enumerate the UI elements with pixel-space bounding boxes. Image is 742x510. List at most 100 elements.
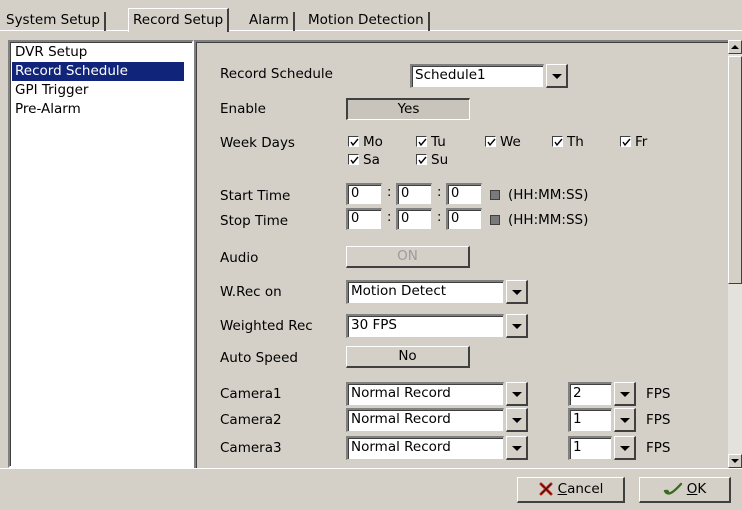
weekday-th-checkbox[interactable]: Th [552,134,584,150]
camera1-mode-value: Normal Record [346,382,504,406]
wrec-on-dropdown[interactable]: Motion Detect [346,280,532,304]
tab-alarm[interactable]: Alarm [245,12,295,31]
camera2-fps-value: 1 [568,408,612,432]
tab-system-setup[interactable]: System Setup [2,12,106,31]
camera1-mode-dropdown[interactable]: Normal Record [346,382,532,406]
chevron-down-icon[interactable] [506,382,528,406]
auto-speed-label: Auto Speed [220,350,298,366]
time-picker-icon[interactable] [490,190,500,200]
weekday-we-label: We [500,134,521,150]
stop-time-minutes-input[interactable]: 0 [396,208,432,230]
checkbox-checked-icon [620,136,631,147]
tab-motion-detection[interactable]: Motion Detection [304,12,430,31]
weekday-fr-checkbox[interactable]: Fr [620,134,647,150]
camera2-fps-dropdown[interactable]: 1 [568,408,640,432]
week-days-label: Week Days [220,135,295,151]
camera1-fps-unit: FPS [646,386,671,402]
camera3-fps-dropdown[interactable]: 1 [568,436,640,460]
checkbox-checked-icon [348,154,359,165]
camera1-fps-dropdown[interactable]: 2 [568,382,640,406]
sidebar-item-dvr-setup[interactable]: DVR Setup [12,43,190,62]
dialog-footer: Cancel OK [0,468,742,510]
time-separator: : [387,210,392,225]
tab-record-setup[interactable]: Record Setup [128,8,230,32]
weekday-tu-label: Tu [431,134,446,150]
record-schedule-dropdown[interactable]: Schedule1 [410,64,572,88]
chevron-down-icon[interactable] [506,436,528,460]
weekday-we-checkbox[interactable]: We [485,134,521,150]
weighted-rec-label: Weighted Rec [220,318,313,334]
chevron-down-icon[interactable] [614,436,636,460]
time-separator: : [437,185,442,200]
stop-time-seconds-input[interactable]: 0 [446,208,482,230]
record-schedule-label: Record Schedule [220,66,333,82]
audio-toggle-button[interactable]: ON [346,246,470,268]
start-time-seconds-input[interactable]: 0 [446,183,482,205]
camera1-label: Camera1 [220,386,282,402]
scroll-down-icon[interactable] [728,454,742,468]
ok-label: K [697,481,707,497]
camera3-mode-value: Normal Record [346,436,504,460]
weekday-th-label: Th [567,134,584,150]
weekday-sa-label: Sa [363,152,380,168]
ok-button[interactable]: OK [639,477,731,503]
camera2-fps-unit: FPS [646,412,671,428]
record-schedule-panel: Record Schedule Schedule1 Enable Yes Wee… [194,40,728,468]
camera3-fps-unit: FPS [646,440,671,456]
chevron-down-icon[interactable] [546,64,568,88]
stop-time-hours-input[interactable]: 0 [346,208,382,230]
tab-bar: System Setup Record Setup Alarm Motion D… [0,8,742,32]
weighted-rec-dropdown[interactable]: 30 FPS [346,314,532,338]
chevron-down-icon[interactable] [614,382,636,406]
wrec-on-label: W.Rec on [220,284,282,300]
vertical-scrollbar[interactable] [728,40,742,468]
chevron-down-icon[interactable] [614,408,636,432]
cancel-mnemonic: C [557,481,568,497]
camera3-fps-value: 1 [568,436,612,460]
start-time-minutes-input[interactable]: 0 [396,183,432,205]
sidebar-item-record-schedule[interactable]: Record Schedule [12,62,184,81]
weekday-tu-checkbox[interactable]: Tu [416,134,446,150]
weekday-mo-label: Mo [363,134,383,150]
time-picker-icon[interactable] [490,215,500,225]
checkbox-checked-icon [416,154,427,165]
cancel-label: ancel [567,481,604,497]
chevron-down-icon[interactable] [506,408,528,432]
sidebar-item-pre-alarm[interactable]: Pre-Alarm [12,100,190,119]
checkbox-checked-icon [416,136,427,147]
chevron-down-icon[interactable] [506,314,528,338]
start-time-format-hint: (HH:MM:SS) [508,187,589,203]
cancel-button[interactable]: Cancel [517,477,625,503]
weekday-mo-checkbox[interactable]: Mo [348,134,383,150]
weighted-rec-value: 30 FPS [346,314,504,338]
camera2-label: Camera2 [220,412,282,428]
sidebar-item-gpi-trigger[interactable]: GPI Trigger [12,81,190,100]
start-time-hours-input[interactable]: 0 [346,183,382,205]
record-schedule-value: Schedule1 [410,64,544,88]
checkbox-checked-icon [348,136,359,147]
camera2-mode-value: Normal Record [346,408,504,432]
camera2-mode-dropdown[interactable]: Normal Record [346,408,532,432]
setup-category-list[interactable]: DVR Setup Record Schedule GPI Trigger Pr… [8,40,194,468]
time-separator: : [387,185,392,200]
camera1-fps-value: 2 [568,382,612,406]
time-separator: : [437,210,442,225]
enable-label: Enable [220,101,266,117]
weekday-su-checkbox[interactable]: Su [416,152,448,168]
camera3-mode-dropdown[interactable]: Normal Record [346,436,532,460]
enable-toggle-button[interactable]: Yes [346,98,470,120]
audio-label: Audio [220,250,259,266]
stop-time-label: Stop Time [220,213,289,229]
cancel-x-icon [539,482,553,496]
scrollbar-thumb[interactable] [728,56,742,284]
ok-check-icon [663,482,682,495]
auto-speed-toggle-button[interactable]: No [346,346,470,368]
ok-mnemonic: O [686,481,698,497]
scroll-up-icon[interactable] [728,40,742,54]
start-time-label: Start Time [220,188,291,204]
chevron-down-icon[interactable] [506,280,528,304]
weekday-sa-checkbox[interactable]: Sa [348,152,380,168]
wrec-on-value: Motion Detect [346,280,504,304]
weekday-su-label: Su [431,152,449,168]
checkbox-checked-icon [485,136,496,147]
